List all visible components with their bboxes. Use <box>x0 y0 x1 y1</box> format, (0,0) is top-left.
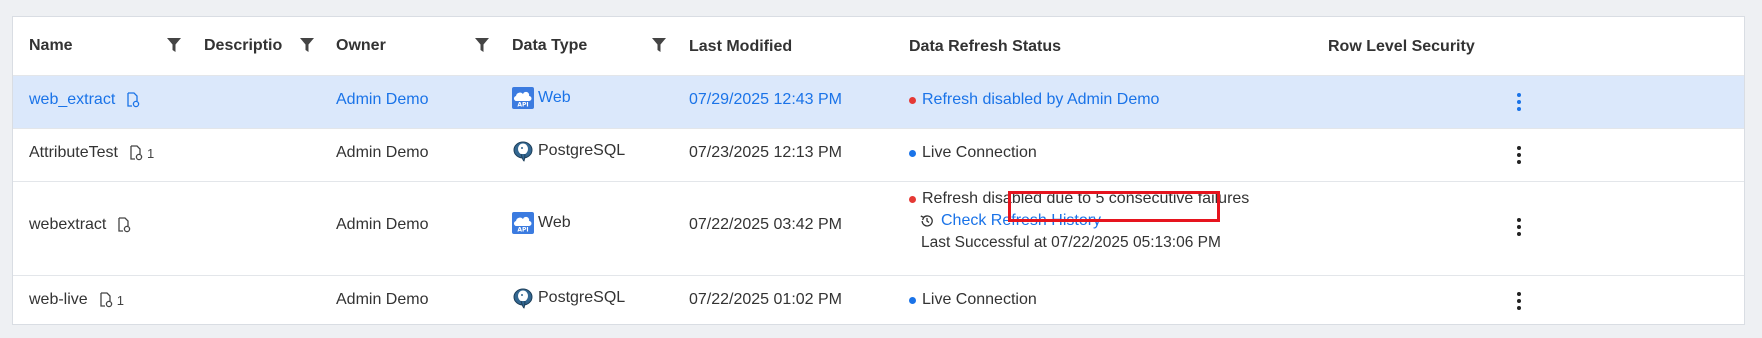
header-data-type[interactable]: Data Type <box>512 37 587 55</box>
status-red-dot-icon <box>909 96 916 104</box>
refresh-status: Live Connection <box>909 291 1037 309</box>
datasource-doc-icon[interactable] <box>125 92 141 108</box>
description-filter-icon[interactable] <box>300 38 314 52</box>
table-header: Name Description Owner Data Type Last Mo… <box>13 17 1744 76</box>
history-icon[interactable] <box>920 214 934 228</box>
usage-count: 1 <box>116 292 124 308</box>
header-description[interactable]: Description <box>204 37 282 55</box>
last-modified-text: 07/29/2025 12:43 PM <box>689 91 843 108</box>
header-row-level-security: Row Level Security <box>1328 38 1475 55</box>
datasource-name-cell[interactable]: AttributeTest 1 <box>29 144 154 162</box>
data-type-filter-icon[interactable] <box>652 38 666 52</box>
data-type-cell: PostgreSQL <box>512 287 625 309</box>
table-row[interactable]: web_extract Admin Demo API Web 07/29/202… <box>13 76 1744 129</box>
header-last-modified[interactable]: Last Modified <box>689 38 792 56</box>
usage-count: 1 <box>146 145 155 161</box>
svg-text:API: API <box>517 102 528 109</box>
last-modified-text: 07/23/2025 12:13 PM <box>689 144 843 161</box>
owner-text: Admin Demo <box>336 144 429 161</box>
header-refresh-status: Data Refresh Status <box>909 38 1062 55</box>
web-api-icon: API <box>512 212 534 234</box>
postgresql-icon <box>512 287 534 309</box>
row-menu-icon[interactable] <box>1517 93 1521 111</box>
refresh-status: Live Connection <box>909 144 1037 162</box>
svg-text:API: API <box>517 227 528 234</box>
status-blue-dot-icon <box>909 149 916 157</box>
datasource-name-cell[interactable]: web-live 1 <box>29 291 124 309</box>
datasource-name-link[interactable]: web_extract <box>29 91 141 109</box>
table-row[interactable]: web-live 1 Admin Demo PostgreSQL 07/22/2… <box>13 276 1744 326</box>
datasource-name-cell[interactable]: webextract <box>29 216 132 234</box>
owner-text: Admin Demo <box>336 216 429 233</box>
header-name[interactable]: Name <box>29 37 73 55</box>
name-filter-icon[interactable] <box>167 38 181 52</box>
check-history-highlight <box>1008 191 1220 222</box>
refresh-status[interactable]: Refresh disabled by Admin Demo <box>909 91 1159 109</box>
data-type-cell: API Web <box>512 212 571 234</box>
last-modified-text: 07/22/2025 03:42 PM <box>689 216 843 233</box>
data-type-cell: API Web <box>512 87 571 109</box>
datasource-doc-icon[interactable] <box>116 217 132 233</box>
postgresql-icon <box>512 140 534 162</box>
owner-filter-icon[interactable] <box>475 38 489 52</box>
web-api-icon: API <box>512 87 534 109</box>
owner-text: Admin Demo <box>336 91 429 108</box>
datasource-doc-icon[interactable] <box>98 292 114 308</box>
last-modified-text: 07/22/2025 01:02 PM <box>689 291 843 308</box>
status-red-dot-icon <box>909 195 916 203</box>
row-menu-icon[interactable] <box>1517 218 1521 236</box>
row-menu-icon[interactable] <box>1517 146 1521 164</box>
datasources-table: Name Description Owner Data Type Last Mo… <box>12 16 1745 325</box>
last-successful-text: Last Successful at 07/22/2025 05:13:06 P… <box>921 234 1221 251</box>
data-type-cell: PostgreSQL <box>512 140 625 162</box>
table-row[interactable]: webextract Admin Demo API Web 07/22/2025… <box>13 182 1744 276</box>
datasource-doc-icon[interactable] <box>128 145 144 161</box>
status-blue-dot-icon <box>909 296 916 304</box>
row-menu-icon[interactable] <box>1517 292 1521 310</box>
table-row[interactable]: AttributeTest 1 Admin Demo PostgreSQL 07… <box>13 129 1744 182</box>
header-owner[interactable]: Owner <box>336 37 386 55</box>
owner-text: Admin Demo <box>336 291 429 308</box>
